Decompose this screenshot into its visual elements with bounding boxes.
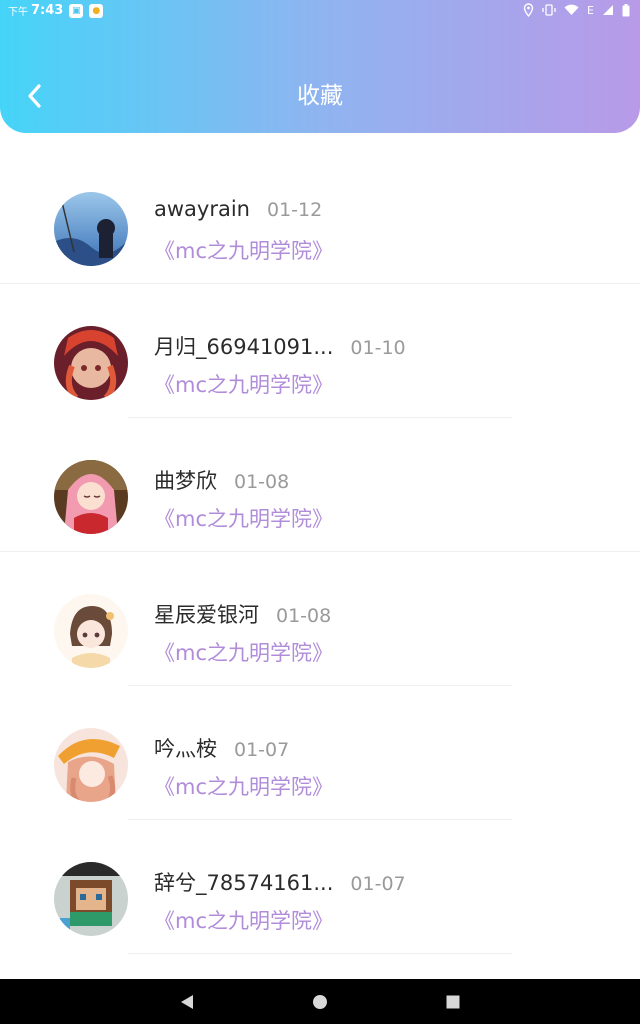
avatar[interactable] [54, 326, 128, 400]
header-bar: 下午 7:43 ▣ ● E 收藏 [0, 0, 640, 133]
item-name-row: 曲梦欣 01-08 [154, 465, 289, 495]
status-bar: 下午 7:43 ▣ ● E [0, 0, 640, 24]
avatar[interactable] [54, 192, 128, 266]
item-name-row: 星辰爱银河 01-08 [154, 599, 331, 629]
user-name: 星辰爱银河 [154, 603, 259, 627]
item-date: 01-07 [234, 739, 290, 761]
item-date: 01-08 [234, 471, 290, 493]
item-date: 01-10 [350, 337, 406, 359]
page-title: 收藏 [297, 83, 343, 109]
user-name: 曲梦欣 [154, 469, 217, 493]
list-item[interactable]: 吟灬桉 01-07 《mc之九明学院》 [0, 686, 640, 820]
square-recents-icon [446, 995, 460, 1008]
book-title-link[interactable]: 《mc之九明学院》 [154, 235, 333, 265]
notification-app-icon: ▣ [69, 3, 84, 18]
status-time: 7:43 [31, 3, 64, 18]
item-date: 01-07 [350, 873, 406, 895]
item-name-row: awayrain 01-12 [154, 197, 322, 221]
book-title-link[interactable]: 《mc之九明学院》 [154, 771, 333, 801]
list-item[interactable]: 星辰爱银河 01-08 《mc之九明学院》 [0, 552, 640, 686]
system-nav-bar [0, 979, 640, 1024]
nav-home-button[interactable] [300, 982, 340, 1022]
avatar[interactable] [54, 728, 128, 802]
favorites-list: awayrain 01-12 《mc之九明学院》 月归_66941091... … [0, 150, 640, 954]
triangle-back-icon [180, 994, 193, 1009]
user-name: 吟灬桉 [154, 737, 217, 761]
nav-recents-button[interactable] [433, 982, 473, 1022]
user-name: 辞兮_78574161... [154, 871, 334, 895]
battery-icon [622, 3, 630, 16]
user-name: 月归_66941091... [154, 335, 334, 359]
status-right: E [523, 3, 630, 17]
nav-back-button[interactable] [167, 982, 207, 1022]
location-icon [523, 3, 534, 17]
list-item[interactable]: 辞兮_78574161... 01-07 《mc之九明学院》 [0, 820, 640, 954]
signal-icon [603, 5, 613, 15]
item-name-row: 月归_66941091... 01-10 [154, 331, 406, 361]
wifi-icon [564, 4, 579, 16]
list-item[interactable]: 曲梦欣 01-08 《mc之九明学院》 [0, 418, 640, 552]
book-title-link[interactable]: 《mc之九明学院》 [154, 503, 333, 533]
book-title-link[interactable]: 《mc之九明学院》 [154, 637, 333, 667]
network-type: E [587, 3, 594, 17]
avatar[interactable] [54, 460, 128, 534]
item-name-row: 吟灬桉 01-07 [154, 733, 289, 763]
item-date: 01-12 [267, 199, 323, 221]
book-title-link[interactable]: 《mc之九明学院》 [154, 369, 333, 399]
vibrate-icon [542, 4, 556, 16]
notification-bulb-icon: ● [89, 3, 104, 18]
status-left: 下午 7:43 ▣ ● [8, 3, 104, 18]
item-date: 01-08 [276, 605, 332, 627]
avatar[interactable] [54, 862, 128, 936]
status-ampm: 下午 [8, 7, 28, 18]
user-name: awayrain [154, 197, 250, 221]
circle-home-icon [312, 994, 327, 1009]
list-item[interactable]: awayrain 01-12 《mc之九明学院》 [0, 150, 640, 284]
list-item[interactable]: 月归_66941091... 01-10 《mc之九明学院》 [0, 284, 640, 418]
book-title-link[interactable]: 《mc之九明学院》 [154, 905, 333, 935]
avatar[interactable] [54, 594, 128, 668]
item-name-row: 辞兮_78574161... 01-07 [154, 867, 406, 897]
